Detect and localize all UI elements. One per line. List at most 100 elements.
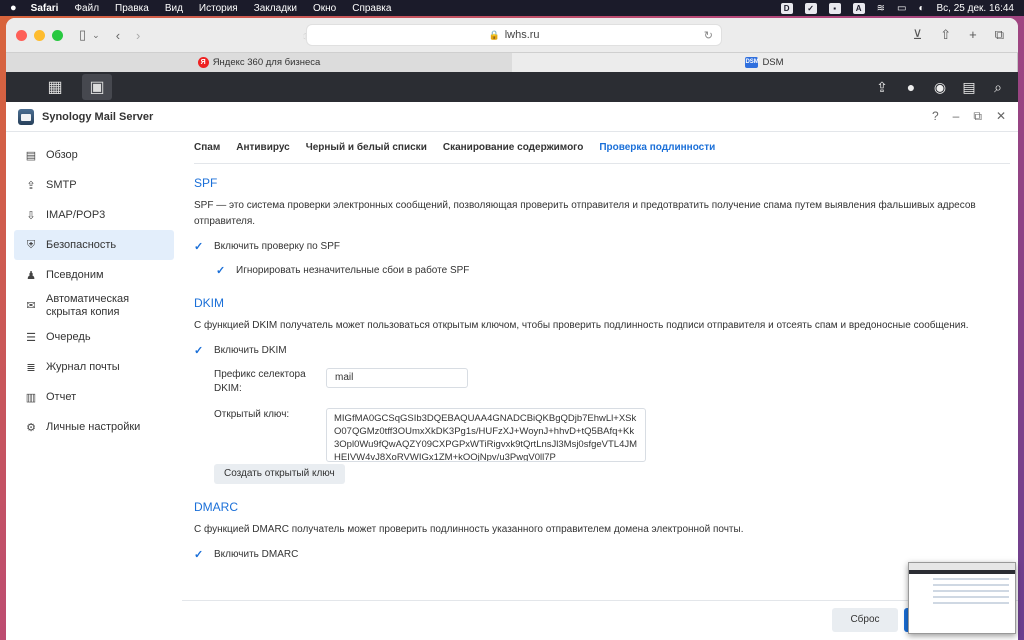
sidebar-item-overview[interactable]: ▤ Обзор (14, 140, 174, 170)
sidebar-item-label: Безопасность (46, 239, 117, 251)
chevron-down-icon[interactable]: ⌄ (92, 30, 100, 41)
menu-app-name[interactable]: Safari (31, 3, 59, 14)
dmarc-description: С функцией DMARC получатель может провер… (194, 524, 744, 535)
sidebar-item-mail-log[interactable]: ≣ Журнал почты (14, 352, 174, 382)
thumbnail-line (933, 578, 1009, 580)
checkmark-icon: ✓ (216, 264, 226, 277)
main-menu-icon[interactable]: ▦ (40, 74, 70, 100)
tab-authentication[interactable]: Проверка подлинности (599, 142, 715, 153)
tab-antivirus[interactable]: Антивирус (236, 142, 289, 153)
app-title: Synology Mail Server (42, 110, 154, 123)
tab-overview-icon[interactable]: ⧉ (995, 27, 1004, 43)
sidebar-item-personal[interactable]: ⚙ Личные настройки (14, 412, 174, 442)
menu-bookmarks[interactable]: Закладки (254, 3, 297, 14)
menu-file[interactable]: Файл (74, 3, 99, 14)
sidebar-item-smtp[interactable]: ⇪ SMTP (14, 170, 174, 200)
report-icon: ▥ (25, 391, 37, 404)
tab-black-white-lists[interactable]: Черный и белый списки (306, 142, 427, 153)
help-icon[interactable]: ? (932, 109, 939, 124)
shield-icon: ⛨ (26, 238, 36, 251)
dsm-taskbar: ▦ ▣ ⇪ ● ◉ ▤ ⌕ (6, 72, 1018, 102)
window-controls (16, 29, 63, 41)
tab-dsm[interactable]: DSM DSM (512, 53, 1018, 72)
clock-text[interactable]: Вс, 25 дек. 16:44 (937, 3, 1014, 14)
search-icon[interactable]: ⌕ (990, 79, 1006, 96)
checkmark-icon: ✓ (194, 344, 204, 357)
sidebar-item-security[interactable]: ⛨ Безопасность (14, 230, 174, 260)
spf-ignore-checkbox[interactable]: ✓ Игнорировать незначительные сбои в раб… (216, 262, 1010, 278)
control-center-icon[interactable]: ◐ (918, 3, 924, 14)
main-content: Спам Антивирус Черный и белый списки Ска… (194, 132, 1010, 602)
address-bar[interactable]: 🔒 lwhs.ru ↻ (306, 24, 722, 46)
tab-spam[interactable]: Спам (194, 142, 220, 153)
gear-icon: ⚙ (26, 421, 36, 434)
thumbnail-toolbar (909, 563, 1015, 570)
smtp-icon: ⇪ (26, 179, 36, 192)
sidebar-item-alias[interactable]: ♟ Псевдоним (14, 260, 174, 290)
dkim-section-title: DKIM (194, 296, 224, 310)
sidebar-item-label: Псевдоним (46, 269, 104, 281)
screenshot-preview-thumbnail[interactable] (908, 562, 1016, 634)
spf-description: SPF — это система проверки электронных с… (194, 200, 976, 227)
sidebar-item-label: Очередь (46, 331, 91, 343)
upload-icon[interactable]: ⇪ (874, 79, 890, 96)
sidebar-item-imap[interactable]: ⇩ IMAP/POP3 (14, 200, 174, 230)
checkbox-label: Игнорировать незначительные сбои в работ… (236, 264, 470, 276)
apple-menu-icon[interactable]: ● (10, 2, 17, 14)
status-check-icon[interactable]: ✓ (804, 2, 817, 14)
share-icon[interactable]: ⇧ (940, 27, 951, 43)
reload-icon[interactable]: ↻ (704, 29, 713, 42)
close-icon[interactable]: ✕ (996, 109, 1006, 124)
mail-server-taskbar-icon[interactable]: ▣ (82, 74, 112, 100)
macos-menu-bar: ● Safari Файл Правка Вид История Закладк… (0, 0, 1024, 16)
restore-icon[interactable]: ⧉ (973, 109, 982, 124)
dmarc-enable-checkbox[interactable]: ✓ Включить DMARC (194, 546, 1010, 562)
menu-help[interactable]: Справка (352, 3, 391, 14)
reset-button[interactable]: Сброс (832, 608, 898, 632)
checkmark-icon: ✓ (194, 548, 204, 561)
minimize-icon[interactable]: – (953, 109, 960, 124)
status-input-icon[interactable]: A (852, 2, 865, 14)
checkmark-icon: ✓ (194, 240, 204, 253)
thumbnail-line (933, 584, 1009, 586)
dmarc-section-title: DMARC (194, 500, 238, 514)
downloads-icon[interactable]: ⊻ (913, 27, 923, 43)
widgets-icon[interactable]: ▤ (961, 79, 977, 96)
display-icon[interactable]: ▭ (897, 3, 906, 14)
status-lock-icon[interactable]: ▪ (828, 2, 841, 14)
menu-edit[interactable]: Правка (115, 3, 149, 14)
chat-icon[interactable]: ● (903, 79, 919, 96)
sidebar-item-queue[interactable]: ☰ Очередь (14, 322, 174, 352)
thumbnail-line (933, 602, 1009, 604)
dkim-prefix-label: Префикс селектора DKIM: (214, 369, 306, 394)
menu-history[interactable]: История (199, 3, 238, 14)
menu-window[interactable]: Окно (313, 3, 336, 14)
dkim-enable-checkbox[interactable]: ✓ Включить DKIM (194, 342, 1010, 358)
close-window-icon[interactable] (16, 29, 27, 41)
new-tab-icon[interactable]: + (969, 27, 977, 43)
wifi-icon[interactable]: ≋ (877, 3, 885, 14)
dkim-public-key-textarea[interactable]: MIGfMA0GCSqGSIb3DQEBAQUAA4GNADCBiQKBgQDj… (326, 408, 646, 462)
status-d-icon[interactable]: D (780, 2, 793, 14)
sidebar-toggle-icon[interactable]: ▯ (79, 27, 86, 43)
minimize-window-icon[interactable] (34, 29, 45, 41)
app-titlebar: Synology Mail Server ? – ⧉ ✕ (6, 102, 1018, 132)
back-icon[interactable]: ‹ (116, 28, 120, 43)
subtab-bar: Спам Антивирус Черный и белый списки Ска… (194, 132, 1010, 164)
forward-icon[interactable]: › (136, 28, 140, 43)
tab-content-scan[interactable]: Сканирование содержимого (443, 142, 583, 153)
sidebar-item-report[interactable]: ▥ Отчет (14, 382, 174, 412)
user-icon[interactable]: ◉ (932, 79, 948, 96)
url-text: lwhs.ru (504, 29, 540, 41)
dkim-prefix-input[interactable]: mail (326, 368, 468, 388)
create-key-button[interactable]: Создать открытый ключ (214, 464, 345, 484)
sidebar-item-auto-bcc[interactable]: ✉ Автоматическая скрытая копия (14, 290, 174, 322)
menu-view[interactable]: Вид (165, 3, 183, 14)
thumbnail-line (933, 590, 1009, 592)
mail-server-app-icon (18, 108, 34, 125)
dkim-key-label: Открытый ключ: (214, 409, 290, 420)
spf-enable-checkbox[interactable]: ✓ Включить проверку по SPF (194, 238, 1010, 254)
thumbnail-taskbar (909, 570, 1015, 574)
tab-yandex[interactable]: Я Яндекс 360 для бизнеса (6, 53, 512, 72)
zoom-window-icon[interactable] (52, 29, 63, 41)
